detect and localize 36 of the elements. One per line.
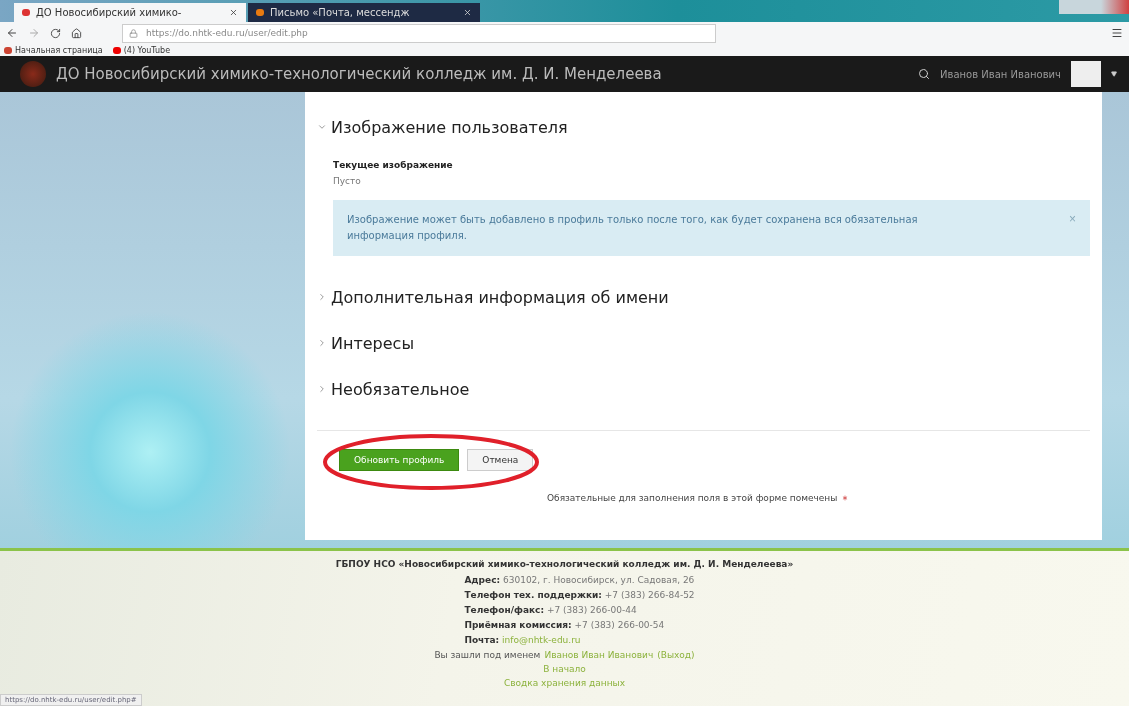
tab-favicon-icon [256, 9, 264, 16]
tab-favicon-icon [22, 9, 30, 16]
site-logo [20, 61, 46, 87]
close-icon[interactable] [229, 8, 238, 17]
section-header[interactable]: Необязательное [317, 366, 1090, 412]
bookmark-link[interactable]: Начальная страница [4, 45, 103, 55]
section-header[interactable]: Дополнительная информация об имени [317, 274, 1090, 320]
contact-line: Телефон/факс: +7 (383) 266-00-44 [464, 604, 638, 617]
address-field[interactable]: https://do.nhtk-edu.ru/user/edit.php [122, 23, 716, 43]
field-value: Пусто [333, 176, 362, 186]
footer-title: ГБПОУ НСО «Новосибирский химико-технологический колледж им. Д. И. Менделеева» [335, 559, 794, 569]
search-icon[interactable] [918, 68, 931, 80]
login-text: Вы зашли под именем [434, 649, 541, 662]
contact-line: Приёмная комиссия: +7 (383) 266-00-54 [464, 619, 666, 632]
caret-icon[interactable] [1111, 71, 1117, 77]
asterisk-icon [841, 494, 850, 502]
contact-line: Почта: info@nhtk-edu.ru [464, 634, 582, 647]
browser-tab[interactable]: ДО Новосибирский химико- [14, 3, 246, 22]
menu-icon[interactable] [1111, 27, 1123, 39]
window-controls[interactable] [1059, 0, 1129, 14]
section-header[interactable]: Интересы [317, 320, 1090, 366]
reload-icon[interactable] [50, 27, 61, 39]
field-label: Текущее изображение [333, 160, 454, 170]
back-icon[interactable] [6, 27, 18, 39]
browser-tab[interactable]: Письмо «Почта, мессендж [248, 3, 480, 22]
home-icon[interactable] [71, 27, 82, 39]
alert-text: Изображение может быть добавлено в профиль только после того, как будет сохранена вся обязательная информация профиля. [347, 213, 919, 243]
cancel-button[interactable]: Отмена [467, 449, 534, 471]
section-header[interactable]: Изображение пользователя [317, 104, 1090, 150]
bookmark-link[interactable]: (4) YouTube [112, 45, 171, 55]
contact-line: Телефон тех. поддержки: +7 (383) 266-84-52 [464, 589, 695, 602]
lock-icon [129, 28, 138, 38]
user-name[interactable]: Иванов Иван Иванович [940, 68, 1061, 80]
required-note: Обязательные для заполнения поля в этой форме помечены [547, 493, 838, 503]
site-title[interactable]: ДО Новосибирский химико-технологический колледж им. Д. И. Менделеева [56, 65, 909, 83]
contact-line: Адрес: 630102, г. Новосибирск, ул. Садовая, 26 [464, 574, 695, 587]
